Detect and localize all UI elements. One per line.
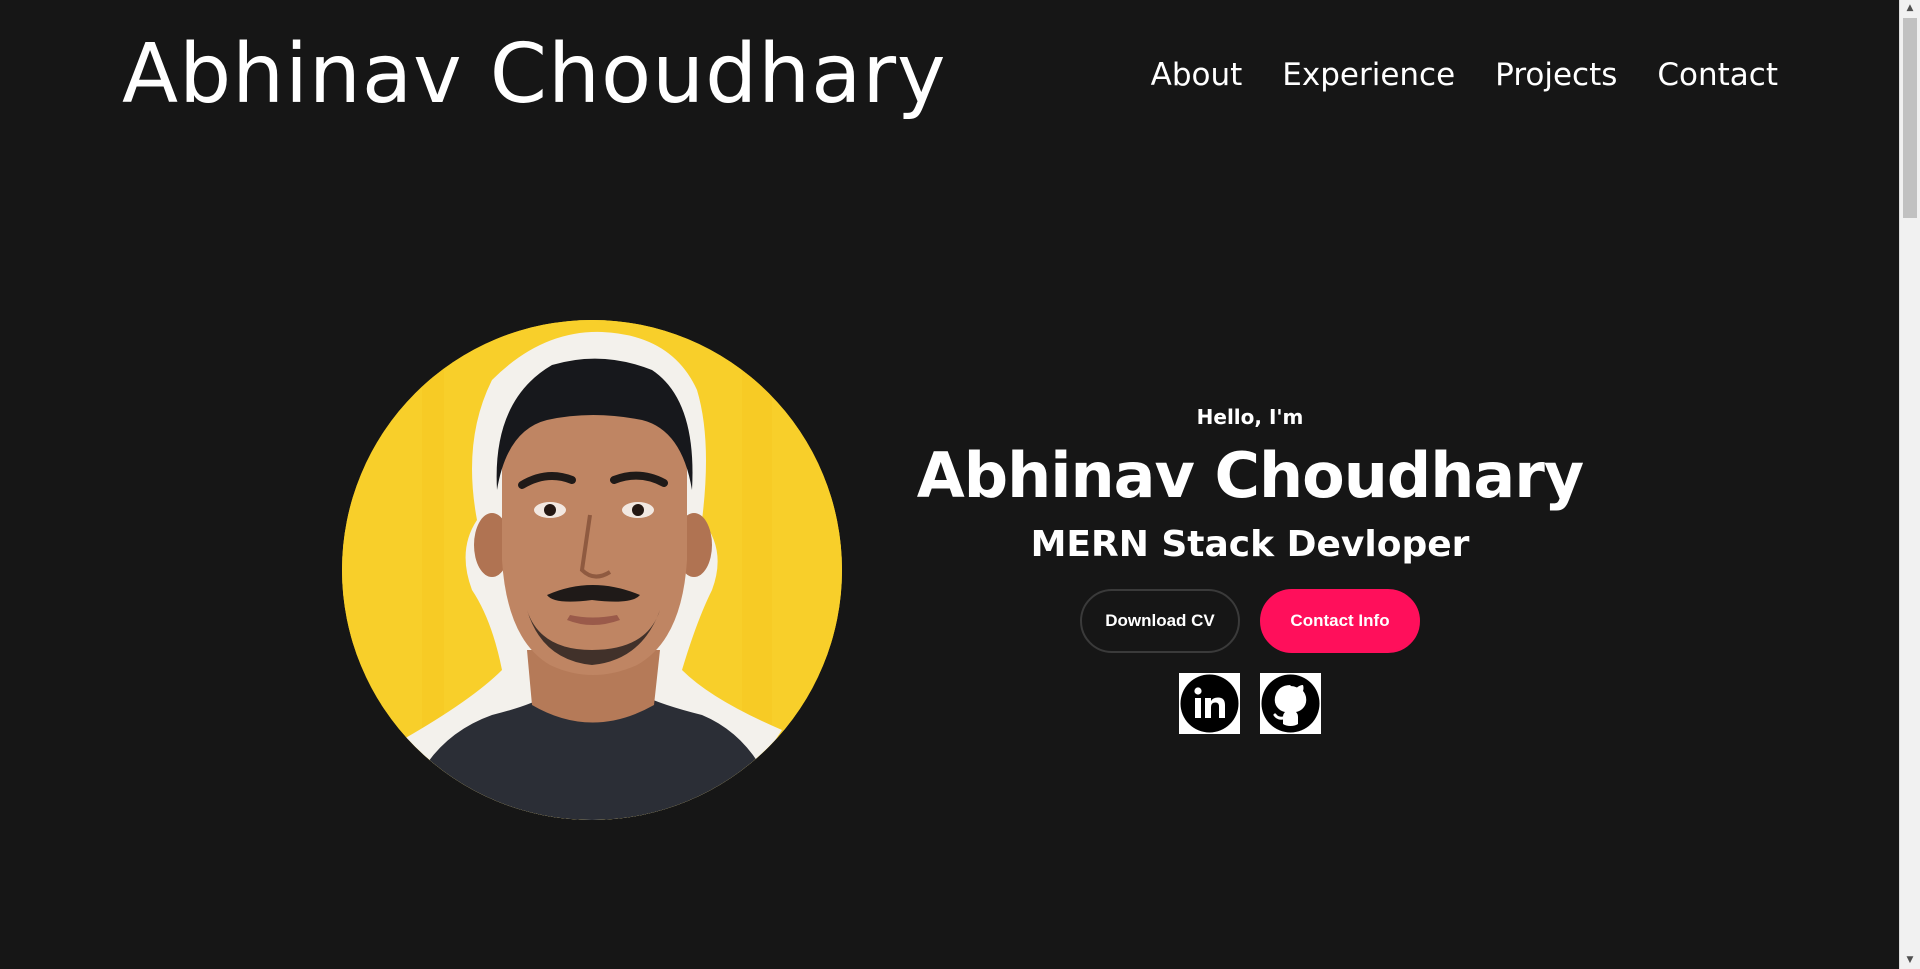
portfolio-page: Abhinav Choudhary About Experience Proje…: [0, 0, 1899, 969]
nav-link-about[interactable]: About: [1151, 57, 1243, 93]
scroll-up-arrow-icon[interactable]: ▲: [1900, 0, 1920, 17]
profile-portrait-illustration: [342, 320, 842, 820]
nav-link-projects[interactable]: Projects: [1495, 57, 1617, 93]
nav-link-contact[interactable]: Contact: [1657, 57, 1778, 93]
contact-info-button[interactable]: Contact Info: [1260, 589, 1420, 653]
browser-viewport: Abhinav Choudhary About Experience Proje…: [0, 0, 1920, 969]
download-cv-button[interactable]: Download CV: [1080, 589, 1240, 653]
hero-buttons: Download CV Contact Info: [900, 589, 1600, 653]
scrollbar-thumb[interactable]: [1903, 18, 1917, 218]
site-title-logo[interactable]: Abhinav Choudhary: [122, 27, 947, 122]
hero-name: Abhinav Choudhary: [916, 439, 1584, 512]
scroll-down-arrow-icon[interactable]: ▼: [1900, 952, 1920, 969]
nav-link-experience[interactable]: Experience: [1282, 57, 1455, 93]
hero-greeting: Hello, I'm: [1196, 405, 1304, 429]
nav-item-contact: Contact: [1657, 57, 1778, 93]
hero-text-block: Hello, I'm Abhinav Choudhary MERN Stack …: [900, 398, 1600, 734]
nav-item-experience: Experience: [1282, 57, 1455, 93]
hero-role: MERN Stack Devloper: [1030, 524, 1470, 565]
page-scrollbar[interactable]: ▲ ▼: [1899, 0, 1920, 969]
main-nav: About Experience Projects Contact: [1151, 57, 1778, 93]
linkedin-icon[interactable]: [1179, 673, 1240, 734]
social-links: [900, 673, 1600, 734]
nav-item-projects: Projects: [1495, 57, 1617, 93]
nav-item-about: About: [1151, 57, 1243, 93]
profile-picture: [342, 320, 842, 820]
github-icon[interactable]: [1260, 673, 1321, 734]
